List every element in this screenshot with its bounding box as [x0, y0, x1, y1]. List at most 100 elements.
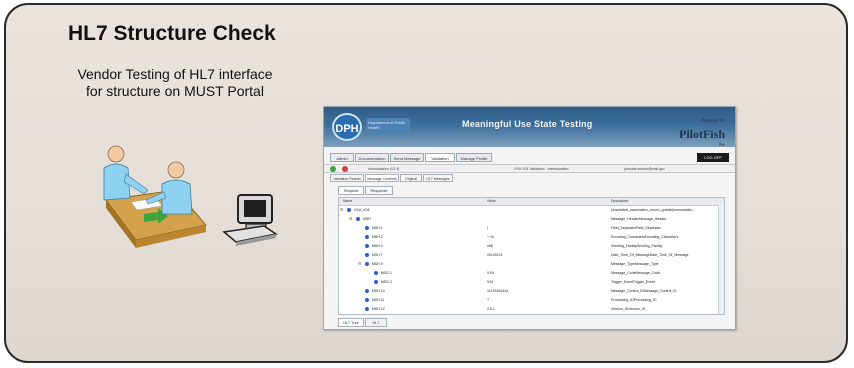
expand-toggle-icon[interactable]: ⊟ [349, 217, 352, 221]
pilotfish-logo: Powered by PilotFish itw [679, 116, 725, 152]
tab-response[interactable]: Response [365, 186, 393, 195]
subtitle-line-1: Vendor Testing of HL7 interface [77, 66, 273, 82]
node-name: MSH.1 [372, 226, 383, 230]
hl7-tree-grid: Name Value Description ⊟ VXU_V04 Unsolicit… [338, 197, 725, 315]
node-description: Processing_IDProcessing_ID [611, 298, 657, 302]
tab-original[interactable]: Original [400, 174, 422, 182]
subtitle-line-2: for structure on MUST Portal [86, 83, 264, 99]
pilotfish-name: PilotFish [678, 127, 725, 141]
node-description: Message_Control_IDMessage_Control_ID [611, 289, 677, 293]
node-name: MSH.9 [372, 262, 383, 266]
node-description: Message_TypeMessage_Type [611, 262, 659, 266]
slide-subtitle: Vendor Testing of HL7 interface for stru… [60, 66, 290, 100]
tab-hl7-messages[interactable]: HL7 Messages [423, 174, 453, 182]
node-icon [356, 217, 360, 221]
node-name: MSH.7 [372, 253, 383, 257]
tab-admin[interactable]: Admin [330, 153, 354, 162]
grid-header: Name Value Description [339, 198, 724, 206]
tab-manage-profile[interactable]: Manage Profile [456, 153, 492, 162]
node-description: Unsolicited_vaccination_record_update(Im… [611, 208, 696, 212]
node-icon [365, 244, 369, 248]
stop-icon[interactable] [342, 166, 348, 172]
node-description: Message_HeaderMessage_Header [611, 217, 667, 221]
table-row[interactable]: MSH.2 ^~\& Encoding_CharactersEncoding_Cha… [339, 233, 724, 241]
expand-toggle-icon[interactable]: ⊟ [358, 262, 361, 266]
node-icon [365, 235, 369, 239]
node-icon [365, 262, 369, 266]
node-description: Sending_FacilitySending_Facility [611, 244, 663, 248]
user-email: johndoe.vendor@mail.gov [624, 167, 665, 171]
node-name: MSG.1 [381, 271, 392, 275]
node-name: MSH.11 [372, 298, 385, 302]
col-description: Description [611, 199, 629, 203]
node-value: | [487, 226, 488, 230]
table-row[interactable]: MSH.10 1147619042a Message_Control_IDMessa… [339, 287, 724, 295]
computer-icon [222, 194, 278, 246]
node-name: MSG.2 [381, 280, 392, 284]
node-name: VXU_V04 [354, 208, 370, 212]
dph-logo: DPH [332, 113, 362, 141]
tab-validation-results[interactable]: Validation Results [330, 174, 364, 182]
pilotfish-sub: itw [718, 143, 725, 148]
table-row[interactable]: ⊟ VXU_V04 Unsolicited_vaccination_record_u… [339, 206, 724, 214]
portal-banner: DPH Department of Public Health Meaningf… [324, 107, 735, 148]
node-description: Trigger_EventTrigger_Event [611, 280, 655, 284]
menu-bar: Admin Documentation Send Message Validat… [324, 153, 735, 163]
expand-toggle-icon[interactable]: ⊟ [340, 208, 343, 212]
node-description: Date_Time_Of_MessageDate_Time_Of_Message [611, 253, 689, 257]
slide-title: HL7 Structure Check [68, 22, 276, 45]
node-value: v68 [487, 244, 493, 248]
node-value: VXU [487, 271, 495, 275]
portal-title: Meaningful Use State Testing [462, 119, 593, 129]
profile-text: Immunization (V2.5) [368, 167, 400, 171]
table-row[interactable]: MSG.1 VXU Message_CodeMessage_Code [339, 269, 724, 277]
node-icon [365, 289, 369, 293]
node-icon [374, 280, 378, 284]
tab-message-contents[interactable]: Message Contents [365, 174, 399, 182]
tab-request[interactable]: Request [338, 186, 364, 195]
validation-text: VXU V04 Validation - Immunization [514, 167, 569, 171]
table-row[interactable]: MSH.4 v68 Sending_FacilitySending_Facility [339, 242, 724, 250]
node-description: Version_IDVersion_ID [611, 307, 646, 311]
node-icon [365, 253, 369, 257]
col-value: Value [487, 199, 496, 203]
tab-validation[interactable]: Validation [425, 153, 455, 162]
node-description: Message_CodeMessage_Code [611, 271, 661, 275]
node-name: MSH.12 [372, 307, 385, 311]
tab-hl7[interactable]: HL7 [365, 318, 387, 327]
node-name: MSH [363, 217, 371, 221]
grid-scrollbar[interactable] [718, 205, 724, 314]
logoff-button[interactable]: LOG OFF [697, 153, 729, 162]
node-name: MSH.10 [372, 289, 385, 293]
refresh-icon[interactable] [330, 166, 336, 172]
table-row[interactable]: MSH.12 2.5.1 Version_IDVersion_ID [339, 305, 724, 313]
tab-send-message[interactable]: Send Message [390, 153, 424, 162]
table-row[interactable]: MSH.1 | Field_SeparatorField_Separator [339, 224, 724, 232]
node-icon [365, 298, 369, 302]
node-value: 2.5.1 [487, 307, 495, 311]
node-icon [365, 307, 369, 311]
node-value: 20100101 [487, 253, 503, 257]
node-description: Field_SeparatorField_Separator [611, 226, 661, 230]
node-name: MSH.4 [372, 244, 383, 248]
table-row[interactable]: MSH.11 T Processing_IDProcessing_ID [339, 296, 724, 304]
node-value: T [487, 298, 490, 302]
toolbar: Immunization (V2.5) VXU V04 Validation -… [324, 164, 735, 173]
tab-hl7-tree[interactable]: HL7 Tree [338, 318, 364, 327]
node-value: 1147619042a [487, 289, 509, 293]
node-description: Encoding_CharactersEncoding_Characters [611, 235, 679, 239]
node-value: ^~\& [487, 235, 494, 239]
node-icon [374, 271, 378, 275]
node-icon [347, 208, 351, 212]
people-at-table-icon [103, 145, 278, 248]
node-name: MSH.2 [372, 235, 383, 239]
tab-documentation[interactable]: Documentation [355, 153, 389, 162]
node-value: V04 [487, 280, 494, 284]
table-row[interactable]: ⊟ MSH.9 Message_TypeMessage_Type [339, 260, 724, 268]
table-row[interactable]: MSH.7 20100101 Date_Time_Of_MessageDate_Ti… [339, 251, 724, 259]
portal-screenshot: DPH Department of Public Health Meaningf… [323, 106, 736, 330]
table-row[interactable]: MSG.2 V04 Trigger_EventTrigger_Event [339, 278, 724, 286]
col-name: Name [343, 199, 353, 203]
dph-tagline: Department of Public Health [366, 118, 410, 134]
table-row[interactable]: ⊟ MSH Message_HeaderMessage_Header [339, 215, 724, 223]
